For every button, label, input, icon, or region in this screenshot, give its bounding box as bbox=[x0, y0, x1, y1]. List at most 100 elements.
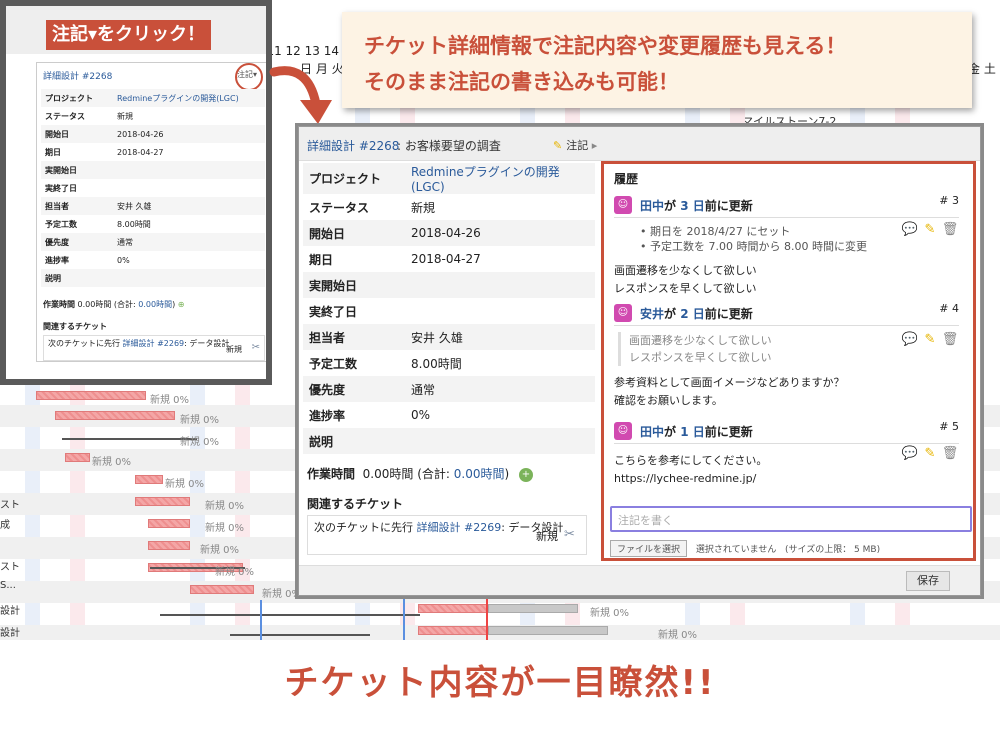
detail-footer: 保存 bbox=[299, 565, 980, 595]
history-entry: ☺ 田中が 1 日前に更新 # 5 こちらを参考にしてください。 https://lyc… bbox=[614, 420, 959, 488]
popup-field-value[interactable]: Redmineプラグインの開発(LGC) bbox=[113, 89, 265, 107]
history-user-link[interactable]: 田中 bbox=[640, 199, 664, 213]
detail-field-value bbox=[405, 272, 595, 298]
gantt-summary-line bbox=[230, 634, 370, 636]
history-ago-link[interactable]: 2 日 bbox=[676, 307, 705, 321]
history-verb: が bbox=[664, 425, 677, 439]
trash-icon[interactable]: 🗑 bbox=[941, 332, 959, 347]
detail-field-value[interactable]: Redmineプラグインの開発(LGC) bbox=[405, 163, 595, 194]
detail-field-row: 実終了日 bbox=[303, 298, 595, 324]
avatar: ☺ bbox=[614, 196, 632, 214]
popup-related-status: 新規 bbox=[226, 345, 242, 354]
detail-field-value: 通常 bbox=[405, 376, 595, 402]
related-tickets-label: 関連するチケット bbox=[307, 497, 404, 511]
gantt-task-bar[interactable] bbox=[148, 519, 190, 528]
quote-reply-icon[interactable]: 💬 bbox=[901, 332, 919, 347]
history-user-link[interactable]: 安井 bbox=[640, 307, 664, 321]
detail-field-key: 進捗率 bbox=[309, 408, 346, 423]
gantt-bar-status-tag: 新規 0% bbox=[262, 589, 302, 600]
gantt-actual-bar[interactable] bbox=[488, 604, 578, 613]
gantt-task-bar[interactable] bbox=[55, 411, 175, 420]
popup-field-value bbox=[113, 161, 265, 179]
related-ticket-link[interactable]: 詳細設計 #2269 bbox=[417, 521, 502, 534]
popup-field-row: 予定工数 8.00時間 bbox=[41, 215, 265, 233]
add-time-icon[interactable]: ⊕ bbox=[178, 300, 185, 309]
popup-field-key: 実終了日 bbox=[45, 183, 77, 193]
gantt-row-label: S... bbox=[0, 580, 16, 591]
gantt-task-bar[interactable] bbox=[190, 585, 254, 594]
gantt-bar-status-tag: 新規 0% bbox=[150, 395, 190, 406]
ticket-popup-card: 詳細設計 #2268 注記▾ プロジェクト Redmineプラグインの開発(LGC… bbox=[36, 62, 266, 362]
gantt-task-bar[interactable] bbox=[135, 497, 190, 506]
history-pane: 履歴 ☺ 田中が 3 日前に更新 # 3 • 期日を 2018/4/27 にセット • … bbox=[601, 161, 976, 561]
gantt-bar-status-tag: 新規 0% bbox=[200, 545, 240, 556]
gantt-summary-line bbox=[62, 438, 197, 440]
history-ago-link[interactable]: 1 日 bbox=[676, 425, 705, 439]
add-time-icon[interactable]: + bbox=[519, 467, 533, 482]
history-entry-number[interactable]: # 3 bbox=[939, 194, 959, 207]
history-entry-number[interactable]: # 5 bbox=[939, 420, 959, 433]
edit-pencil-icon[interactable]: ✎ bbox=[921, 222, 939, 237]
popup-ticket-title[interactable]: 詳細設計 #2268 bbox=[43, 69, 112, 82]
history-entry-number[interactable]: # 4 bbox=[939, 302, 959, 315]
ticket-popup-small: 詳細設計 #2268 注記▾ プロジェクト Redmineプラグインの開発(LGC… bbox=[0, 0, 272, 385]
ticket-title-link[interactable]: 詳細設計 #2268 bbox=[307, 137, 399, 154]
unlink-icon[interactable]: ✂ bbox=[252, 342, 260, 353]
popup-field-value: 安井 久雄 bbox=[113, 197, 265, 215]
feature-callout: チケット詳細情報で注記内容や変更履歴も見える！ そのまま注記の書き込みも可能！ bbox=[342, 12, 972, 108]
ticket-detail-panel: 詳細設計 #2268 : お客様要望の調査 ✎ 注記 ▸ プロジェクト Redmin… bbox=[298, 126, 981, 596]
history-author: 田中が 1 日前に更新 bbox=[640, 423, 753, 440]
caret-right-icon: ▸ bbox=[591, 139, 598, 152]
detail-field-value bbox=[405, 298, 595, 324]
gantt-task-bar[interactable] bbox=[65, 453, 90, 462]
popup-field-key: 開始日 bbox=[41, 125, 113, 143]
file-status: 選択されていません bbox=[695, 545, 777, 555]
history-title: 履歴 bbox=[614, 172, 639, 186]
history-user-link[interactable]: 田中 bbox=[640, 425, 664, 439]
gantt-bar-status-tag: 新規 0% bbox=[205, 523, 245, 534]
detail-field-key: 予定工数 bbox=[309, 356, 358, 371]
trash-icon[interactable]: 🗑 bbox=[941, 446, 959, 461]
history-entry-header: ☺ 田中が 1 日前に更新 # 5 bbox=[614, 420, 959, 444]
history-entry: ☺ 田中が 3 日前に更新 # 3 • 期日を 2018/4/27 にセット • 予定工… bbox=[614, 194, 959, 298]
history-actions: 💬 ✎ 🗑 bbox=[899, 332, 959, 347]
quote-reply-icon[interactable]: 💬 bbox=[901, 446, 919, 461]
popup-field-row: 優先度 通常 bbox=[41, 233, 265, 251]
popup-field-row: 実開始日 bbox=[41, 161, 265, 179]
edit-pencil-icon[interactable]: ✎ bbox=[921, 332, 939, 347]
quote-reply-icon[interactable]: 💬 bbox=[901, 222, 919, 237]
avatar: ☺ bbox=[614, 422, 632, 440]
related-ticket-row: 次のチケットに先行 詳細設計 #2269: データ設計 新規 ✂ bbox=[307, 515, 587, 555]
detail-field-row: 説明 bbox=[303, 428, 595, 454]
gantt-task-bar[interactable] bbox=[36, 391, 146, 400]
choose-file-button[interactable]: ファイルを選択 bbox=[610, 540, 688, 557]
detail-field-row: 優先度 通常 bbox=[303, 376, 595, 402]
popup-field-key: 優先度 bbox=[41, 233, 113, 251]
popup-field-row: 担当者 安井 久雄 bbox=[41, 197, 265, 215]
save-button[interactable]: 保存 bbox=[906, 571, 950, 591]
popup-field-row: ステータス 新規 bbox=[41, 107, 265, 125]
gantt-bar-status-tag: 新規 0% bbox=[205, 501, 245, 512]
worktime-total-link[interactable]: 0.00時間 bbox=[454, 467, 505, 481]
edit-pencil-icon[interactable]: ✎ bbox=[921, 446, 939, 461]
gantt-task-bar[interactable] bbox=[418, 604, 488, 613]
note-input[interactable]: 注記を書く bbox=[610, 506, 972, 532]
gantt-task-bar[interactable] bbox=[148, 541, 190, 550]
history-ago-link[interactable]: 3 日 bbox=[676, 199, 705, 213]
history-entry: ☺ 安井が 2 日前に更新 # 4 画面遷移を少なくして欲しい レスポンスを早くして欲し… bbox=[614, 302, 959, 410]
highlight-circle bbox=[235, 63, 263, 91]
gantt-task-bar[interactable] bbox=[418, 626, 488, 635]
history-note-body: 参考資料として画面イメージなどありますか？ 確認をお願いします。 bbox=[614, 374, 959, 410]
note-toggle-button[interactable]: ✎ 注記 ▸ bbox=[553, 137, 597, 153]
gantt-today-line bbox=[486, 596, 488, 640]
trash-icon[interactable]: 🗑 bbox=[941, 222, 959, 237]
detail-field-row: 担当者 安井 久雄 bbox=[303, 324, 595, 350]
detail-worktime: 作業時間 0.00時間 (合計: 0.00時間) + bbox=[307, 465, 533, 482]
gantt-actual-bar[interactable] bbox=[488, 626, 608, 635]
gantt-row-label: スト bbox=[0, 500, 20, 511]
unlink-icon[interactable]: ✂ bbox=[564, 527, 575, 543]
gantt-task-bar[interactable] bbox=[135, 475, 163, 484]
detail-field-key: 開始日 bbox=[303, 220, 405, 246]
history-note-line: レスポンスを早くして欲しい bbox=[614, 282, 757, 295]
popup-field-key: 担当者 bbox=[41, 197, 113, 215]
